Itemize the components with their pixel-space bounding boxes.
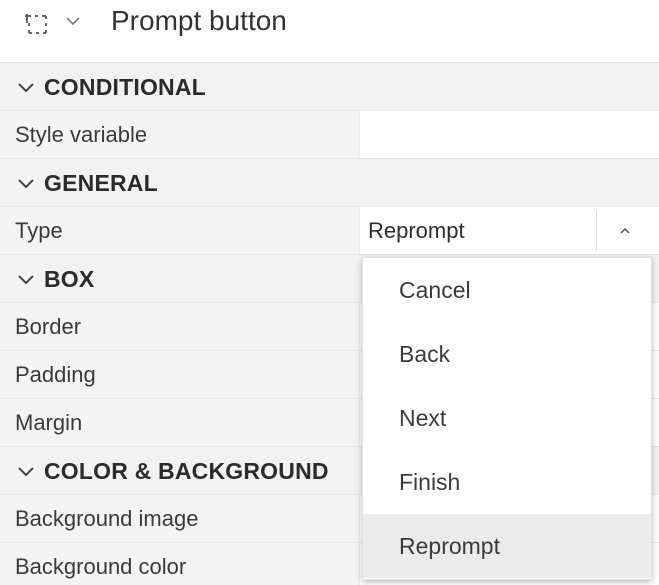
type-select[interactable]: Reprompt: [361, 207, 657, 255]
property-label: Background color: [0, 543, 360, 585]
dropdown-option-reprompt[interactable]: Reprompt: [363, 514, 651, 578]
dropdown-option-cancel[interactable]: Cancel: [363, 258, 651, 322]
property-type: Type Reprompt: [0, 206, 659, 255]
chevron-down-icon: [17, 464, 35, 478]
chevron-down-icon: [17, 80, 35, 94]
property-label: Background image: [0, 495, 360, 542]
dropdown-option-finish[interactable]: Finish: [363, 450, 651, 514]
panel-header: Prompt button: [0, 0, 659, 62]
section-label: COLOR & BACKGROUND: [44, 458, 329, 484]
property-label: Padding: [0, 351, 360, 398]
property-value[interactable]: [361, 111, 659, 158]
section-conditional[interactable]: CONDITIONAL: [0, 62, 659, 110]
section-label: GENERAL: [44, 170, 158, 196]
dashed-selection-icon[interactable]: [24, 10, 50, 36]
type-select-value: Reprompt: [368, 218, 465, 243]
chevron-down-icon: [17, 272, 35, 286]
property-label: Type: [0, 207, 360, 254]
dropdown-option-next[interactable]: Next: [363, 386, 651, 450]
chevron-down-icon: [17, 176, 35, 190]
property-label: Margin: [0, 399, 360, 446]
panel-title: Prompt button: [111, 5, 287, 36]
properties-panel: Prompt button CONDITIONAL Style variable…: [0, 0, 659, 585]
property-label: Style variable: [0, 111, 360, 158]
property-label: Border: [0, 303, 360, 350]
chevron-down-icon[interactable]: [64, 12, 82, 30]
chevron-up-icon[interactable]: [596, 211, 653, 251]
section-label: CONDITIONAL: [44, 74, 206, 100]
property-style-variable[interactable]: Style variable: [0, 110, 659, 158]
dropdown-option-back[interactable]: Back: [363, 322, 651, 386]
section-general[interactable]: GENERAL: [0, 158, 659, 206]
type-dropdown-list: Cancel Back Next Finish Reprompt: [362, 257, 652, 580]
section-label: BOX: [44, 266, 95, 292]
